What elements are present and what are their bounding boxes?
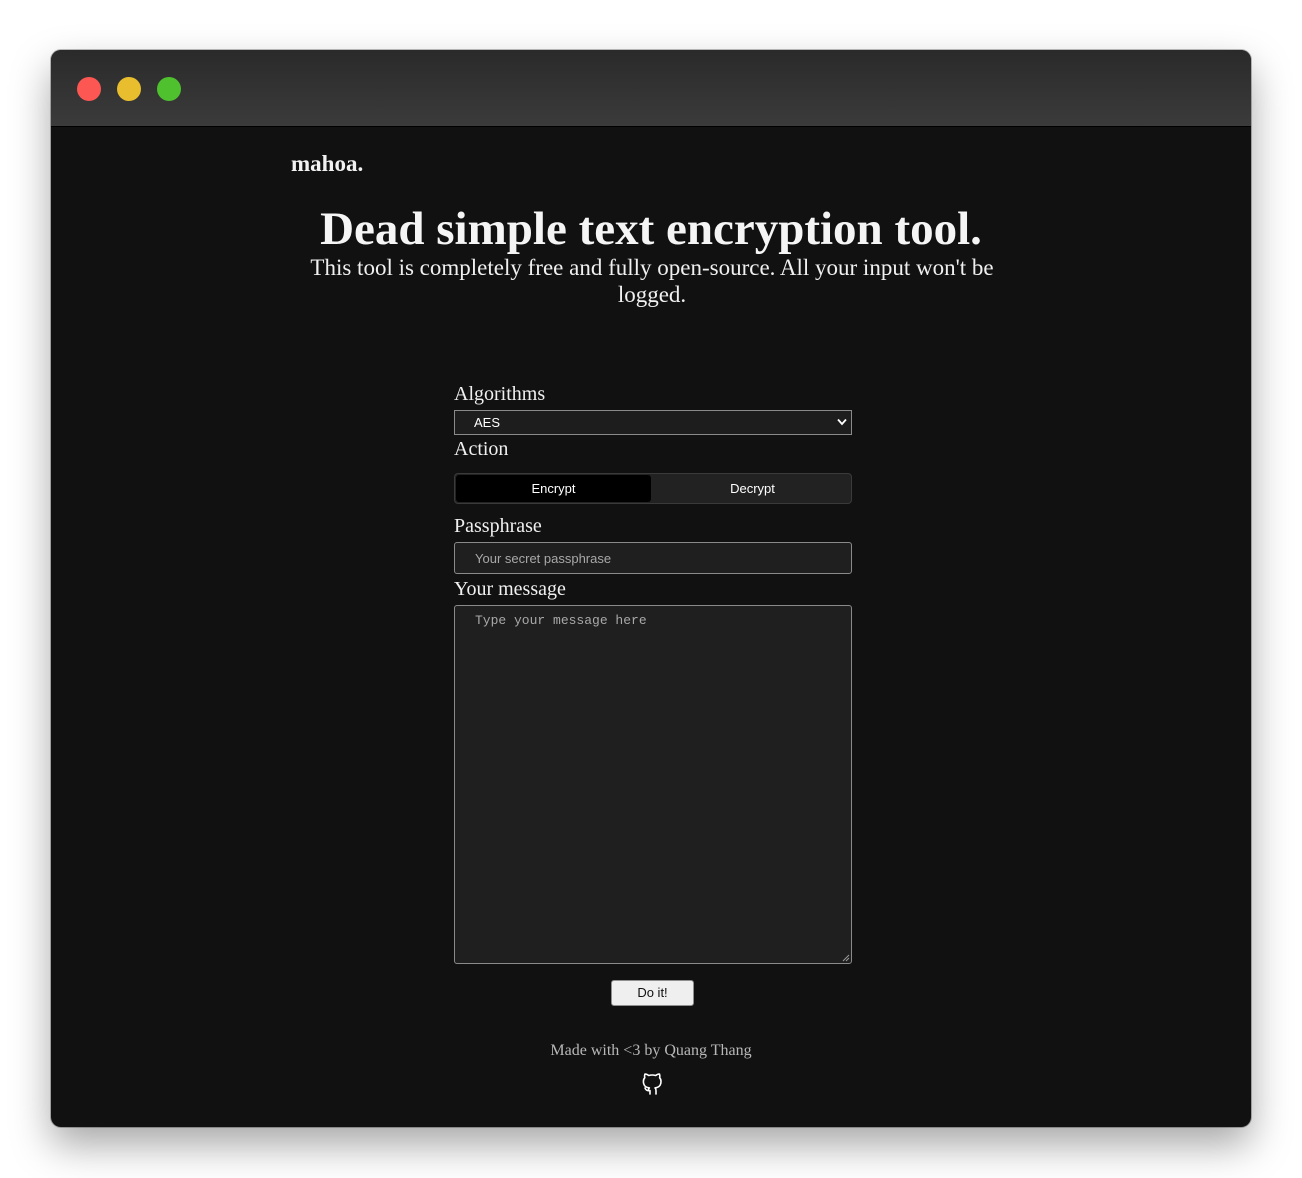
maximize-window-button[interactable] <box>157 77 181 101</box>
page-content: mahoa. Dead simple text encryption tool.… <box>51 127 1251 1127</box>
passphrase-placeholder: Your secret passphrase <box>475 551 612 566</box>
algorithm-selected-value: AES <box>474 415 501 430</box>
action-toggle: Encrypt Decrypt <box>454 473 852 504</box>
submit-button[interactable]: Do it! <box>611 980 694 1006</box>
brand-logo[interactable]: mahoa. <box>291 151 363 177</box>
message-textarea[interactable]: Type your message here <box>454 605 852 964</box>
window-titlebar <box>51 50 1251 127</box>
github-icon[interactable] <box>641 1069 665 1095</box>
message-label: Your message <box>454 578 566 600</box>
passphrase-input[interactable]: Your secret passphrase <box>454 542 852 574</box>
algorithms-label: Algorithms <box>454 383 546 405</box>
message-placeholder: Type your message here <box>475 613 647 628</box>
close-window-button[interactable] <box>77 77 101 101</box>
minimize-window-button[interactable] <box>117 77 141 101</box>
page-subtitle: This tool is completely free and fully o… <box>310 255 994 307</box>
browser-window: mahoa. Dead simple text encryption tool.… <box>51 50 1251 1127</box>
decrypt-button[interactable]: Decrypt <box>655 475 850 502</box>
encrypt-button[interactable]: Encrypt <box>456 475 651 502</box>
page-title: Dead simple text encryption tool. <box>320 203 982 255</box>
action-label: Action <box>454 438 509 460</box>
resize-handle-icon[interactable] <box>842 954 850 962</box>
algorithm-select[interactable]: AES <box>454 410 852 435</box>
passphrase-label: Passphrase <box>454 515 542 537</box>
footer-credit: Made with <3 by Quang Thang <box>550 1042 752 1059</box>
chevron-down-icon <box>837 418 847 426</box>
